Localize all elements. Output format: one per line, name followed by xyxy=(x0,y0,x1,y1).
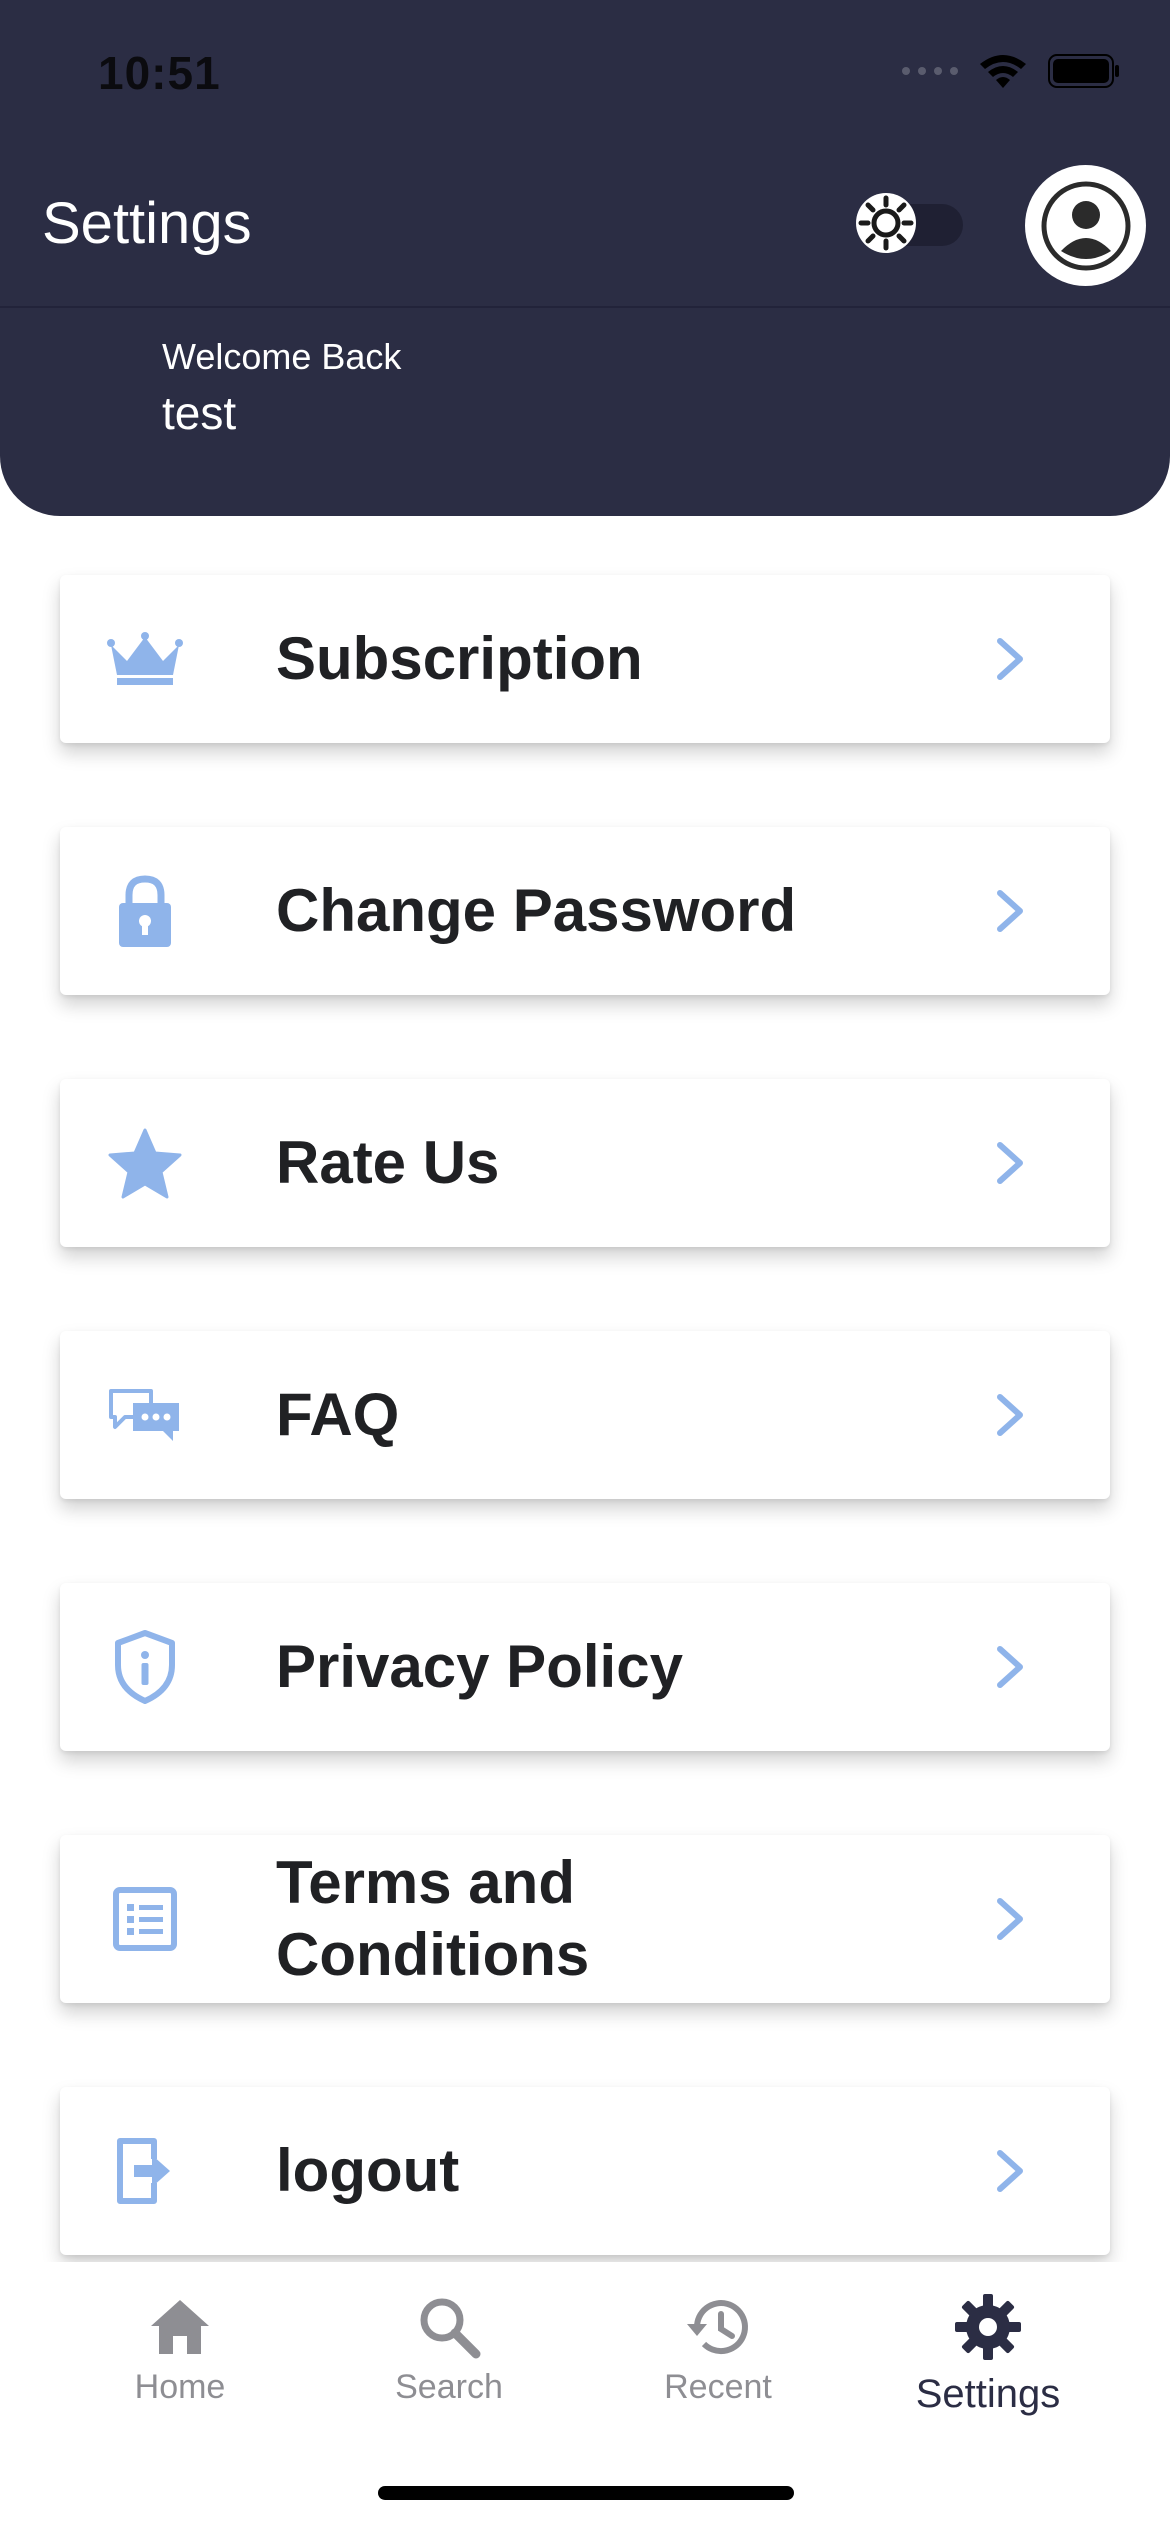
chat-bubbles-icon xyxy=(100,1370,190,1460)
shield-info-icon xyxy=(100,1622,190,1712)
sun-icon xyxy=(856,193,916,253)
menu-item-privacy-policy[interactable]: Privacy Policy xyxy=(60,1583,1110,1751)
battery-icon xyxy=(1048,54,1119,88)
user-name: test xyxy=(162,387,237,439)
header-divider xyxy=(0,306,1170,308)
chevron-right-icon xyxy=(997,1898,1023,1940)
lock-icon xyxy=(100,866,190,956)
page-title: Settings xyxy=(42,191,252,256)
menu-item-label: Change Password xyxy=(276,877,797,944)
tab-settings[interactable]: Settings xyxy=(888,2292,1088,2442)
menu-item-change-password[interactable]: Change Password xyxy=(60,827,1110,995)
chevron-right-icon xyxy=(997,1142,1023,1184)
welcome-label: Welcome Back xyxy=(162,336,402,377)
menu-item-terms-and-conditions[interactable]: Terms and Conditions xyxy=(60,1835,1110,2003)
header: 10:51 Settings Welcome Back test xyxy=(0,0,1170,516)
tab-home[interactable]: Home xyxy=(80,2292,280,2442)
chevron-right-icon xyxy=(997,2150,1023,2192)
list-document-icon xyxy=(100,1874,190,1964)
menu-item-rate-us[interactable]: Rate Us xyxy=(60,1079,1110,1247)
chevron-right-icon xyxy=(997,1646,1023,1688)
theme-toggle[interactable] xyxy=(855,190,965,256)
search-icon xyxy=(420,2298,481,2359)
chevron-right-icon xyxy=(997,1394,1023,1436)
tab-label: Search xyxy=(395,2368,503,2406)
gear-icon xyxy=(955,2294,1021,2360)
status-icons xyxy=(902,52,1120,90)
menu-item-label: FAQ xyxy=(276,1381,400,1448)
home-indicator xyxy=(378,2486,794,2500)
star-icon xyxy=(100,1118,190,1208)
menu-item-label: Rate Us xyxy=(276,1129,500,1196)
menu-item-label: Privacy Policy xyxy=(276,1633,683,1700)
tab-label: Recent xyxy=(664,2368,772,2406)
menu-item-label: logout xyxy=(276,2137,460,2204)
tab-search[interactable]: Search xyxy=(349,2292,549,2442)
wifi-icon xyxy=(980,55,1026,88)
tab-label: Settings xyxy=(915,2372,1061,2416)
tab-recent[interactable]: Recent xyxy=(618,2292,818,2442)
signal-icon xyxy=(902,67,958,75)
logout-icon xyxy=(100,2126,190,2216)
home-icon xyxy=(151,2300,209,2354)
menu-item-faq[interactable]: FAQ xyxy=(60,1331,1110,1499)
profile-avatar-button[interactable] xyxy=(1025,165,1146,286)
tab-label: Home xyxy=(134,2368,226,2406)
menu-item-logout[interactable]: logout xyxy=(60,2087,1110,2255)
menu-item-subscription[interactable]: Subscription xyxy=(60,575,1110,743)
history-icon xyxy=(687,2300,748,2355)
status-time: 10:51 xyxy=(98,47,221,99)
chevron-right-icon xyxy=(997,638,1023,680)
chevron-right-icon xyxy=(997,890,1023,932)
menu-item-label: Terms and Conditions xyxy=(276,1849,590,1988)
crown-icon xyxy=(100,614,190,704)
menu-item-label: Subscription xyxy=(276,625,643,692)
user-avatar-icon xyxy=(1041,181,1130,270)
